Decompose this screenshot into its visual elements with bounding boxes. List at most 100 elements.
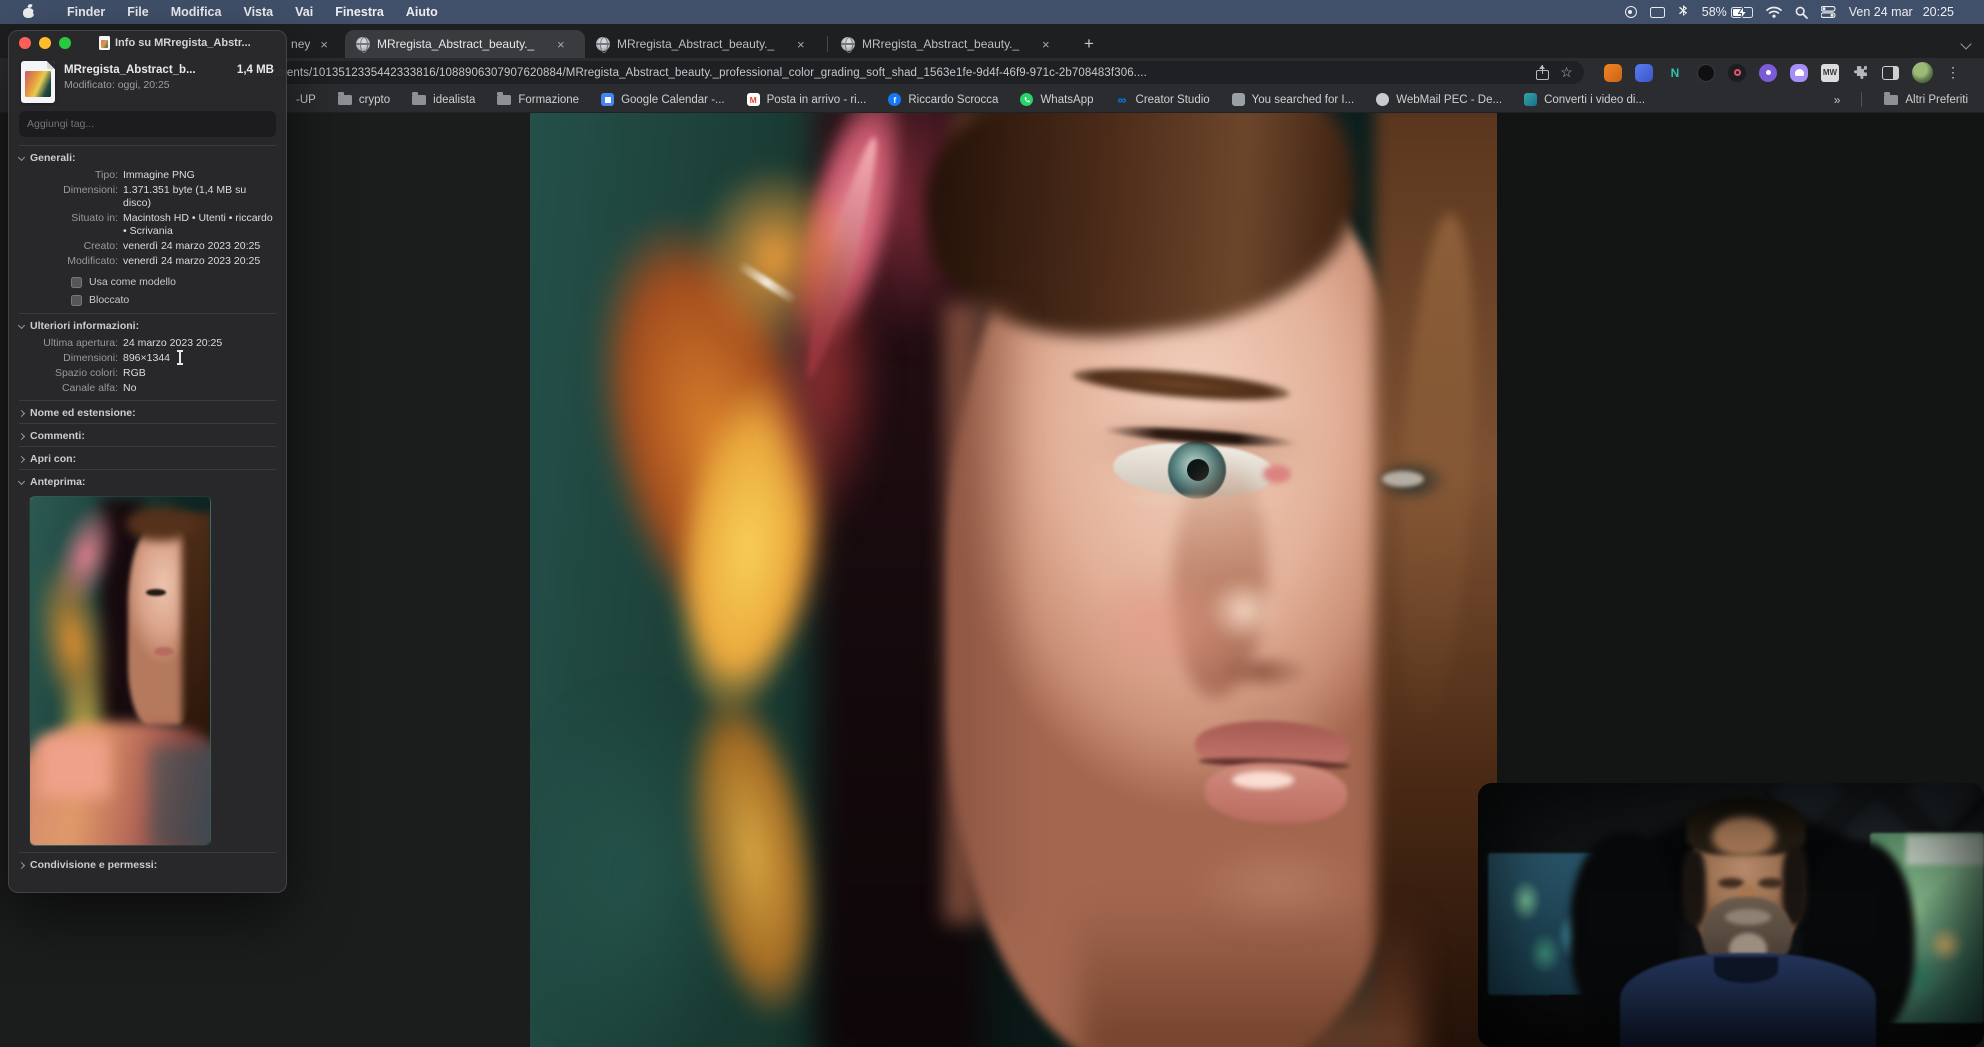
menu-modifica[interactable]: Modifica xyxy=(160,5,233,19)
section-ulteriori-informazioni[interactable]: Ulteriori informazioni: xyxy=(9,314,286,336)
other-favorites-label: Altri Preferiti xyxy=(1905,93,1968,106)
section-header: Commenti: xyxy=(30,430,85,442)
tab-close-icon[interactable]: × xyxy=(794,37,808,52)
menu-aiuto[interactable]: Aiuto xyxy=(395,5,449,19)
bookmark-gmail-inbox[interactable]: M Posta in arrivo - ri... xyxy=(746,93,866,106)
apple-menu-icon[interactable] xyxy=(22,3,38,19)
black-app-icon[interactable] xyxy=(1697,63,1715,82)
share-icon[interactable] xyxy=(1536,65,1549,80)
extensions-puzzle-icon[interactable] xyxy=(1852,64,1869,81)
close-window-icon[interactable] xyxy=(19,37,31,49)
section-apri-con[interactable]: Apri con: xyxy=(9,447,286,469)
chevron-expanded-icon xyxy=(17,321,26,329)
section-commenti[interactable]: Commenti: xyxy=(9,424,286,446)
section-anteprima[interactable]: Anteprima: xyxy=(9,470,286,492)
blue-wallet-icon[interactable] xyxy=(1635,63,1653,82)
main-image[interactable] xyxy=(530,113,1497,1047)
checkbox-label: Bloccato xyxy=(89,294,130,306)
tab-label: MRregista_Abstract_beauty._ xyxy=(862,37,1020,51)
new-tab-button[interactable]: + xyxy=(1076,31,1102,57)
section-header: Nome ed estensione: xyxy=(30,407,136,419)
row-value: 1.371.351 byte (1,4 MB su disco) xyxy=(123,184,247,209)
bookmark-formazione[interactable]: Formazione xyxy=(497,92,579,106)
control-center-icon[interactable] xyxy=(1820,6,1836,18)
minimize-window-icon[interactable] xyxy=(39,37,51,49)
menu-vai[interactable]: Vai xyxy=(284,5,324,19)
menubar-time: 20:25 xyxy=(1922,5,1954,19)
near-protocol-icon[interactable]: N xyxy=(1666,64,1684,82)
bookmark-star-icon[interactable]: ☆ xyxy=(1559,65,1574,80)
page-icon xyxy=(1231,93,1245,106)
bookmark-idealista[interactable]: idealista xyxy=(412,92,475,106)
row-value: Macintosh HD • Utenti • riccardo • Scriv… xyxy=(123,212,273,237)
checkbox-label: Usa come modello xyxy=(89,276,176,288)
tab-active[interactable]: MRregista_Abstract_beauty._ × xyxy=(345,30,585,58)
key-extension-icon[interactable] xyxy=(1728,63,1746,82)
phantom-wallet-icon[interactable] xyxy=(1790,63,1808,82)
bookmark-whatsapp[interactable]: WhatsApp xyxy=(1020,93,1094,106)
checkbox-usa-come-modello[interactable] xyxy=(71,276,82,288)
tab-label: MRregista_Abstract_beauty._ xyxy=(377,37,535,51)
bookmark-search-result[interactable]: You searched for I... xyxy=(1231,93,1354,106)
row-value: 896×1344 xyxy=(123,352,171,364)
tags-input[interactable] xyxy=(19,118,276,130)
zoom-window-icon[interactable] xyxy=(59,37,71,49)
tab-close-icon[interactable]: × xyxy=(554,37,568,52)
menubar-clock[interactable]: Ven 24 mar 20:25 xyxy=(1849,5,1954,19)
section-generali[interactable]: Generali: xyxy=(9,146,286,168)
image-layer xyxy=(1263,465,1291,483)
bookmark-video-converter[interactable]: Converti i video di... xyxy=(1524,93,1645,106)
bookmark-label: Google Calendar -... xyxy=(621,93,725,106)
address-bar[interactable]: /attachments/1013512335442333816/1088906… xyxy=(232,61,1584,84)
tab-close-icon[interactable]: × xyxy=(317,37,331,52)
tab-3[interactable]: MRregista_Abstract_beauty._ × xyxy=(585,30,825,58)
menu-vista[interactable]: Vista xyxy=(232,5,284,19)
reading-sidebar-icon[interactable] xyxy=(1882,65,1899,80)
info-window-titlebar[interactable]: Info su MRregista_Abstr... xyxy=(9,31,286,55)
other-favorites[interactable]: Altri Preferiti xyxy=(1884,92,1968,106)
bookmark-up[interactable]: -UP xyxy=(296,94,316,106)
section-nome-ed-estensione[interactable]: Nome ed estensione: xyxy=(9,401,286,423)
screen-recording-icon[interactable] xyxy=(1624,6,1637,18)
bookmarks-overflow-icon[interactable]: » xyxy=(1834,93,1841,107)
bluetooth-icon[interactable] xyxy=(1678,5,1689,19)
bookmark-webmail-pec[interactable]: WebMail PEC - De... xyxy=(1376,93,1502,106)
browser-menu-icon[interactable]: ⋮ xyxy=(1946,64,1960,81)
tab-4[interactable]: MRregista_Abstract_beauty._ × xyxy=(830,30,1070,58)
purple-flower-extension-icon[interactable] xyxy=(1759,63,1777,82)
folder-icon xyxy=(497,92,512,105)
menu-finestra[interactable]: Finestra xyxy=(324,5,395,19)
bookmark-creator-studio[interactable]: ∞ Creator Studio xyxy=(1116,93,1210,107)
wifi-icon[interactable] xyxy=(1765,6,1782,18)
tags-field[interactable] xyxy=(19,111,276,137)
mw-extension-icon[interactable]: MW xyxy=(1821,63,1839,82)
row-label: Dimensioni: xyxy=(63,184,118,196)
section-condivisione-e-permessi[interactable]: Condivisione e permessi: xyxy=(9,853,286,875)
menu-finder[interactable]: Finder xyxy=(56,5,116,19)
folder-icon xyxy=(337,92,352,105)
info-row: Spazio colori: RGB xyxy=(9,366,286,381)
folder-icon xyxy=(1884,92,1899,105)
bookmarks-bar: -UP crypto idealista Formazione Google C… xyxy=(0,87,1984,113)
tab-overflow-chevron-icon[interactable] xyxy=(1960,38,1972,50)
globe-favicon xyxy=(841,37,855,53)
image-layer xyxy=(1080,903,1420,1047)
spotlight-search-icon[interactable] xyxy=(1795,6,1808,19)
checkbox-bloccato[interactable] xyxy=(71,294,82,306)
display-icon[interactable] xyxy=(1649,6,1665,18)
bookmark-label: Converti i video di... xyxy=(1544,93,1646,106)
bookmark-crypto[interactable]: crypto xyxy=(337,92,390,106)
bookmarks-divider xyxy=(1861,92,1863,107)
bookmark-facebook-profile[interactable]: f Riccardo Scrocca xyxy=(888,93,998,106)
checkbox-row: Usa come modello xyxy=(9,273,286,291)
tab-label: ney xyxy=(291,37,311,51)
menu-file[interactable]: File xyxy=(116,5,160,19)
bookmark-google-calendar[interactable]: Google Calendar -... xyxy=(601,93,725,106)
profile-avatar[interactable] xyxy=(1912,62,1933,83)
tab-close-icon[interactable]: × xyxy=(1039,37,1053,52)
row-label: Situato in: xyxy=(71,212,118,224)
browser-content xyxy=(0,113,1984,1047)
row-label: Creato: xyxy=(83,240,118,252)
battery-indicator[interactable]: 58% xyxy=(1702,5,1753,19)
metamask-icon[interactable] xyxy=(1604,63,1622,82)
